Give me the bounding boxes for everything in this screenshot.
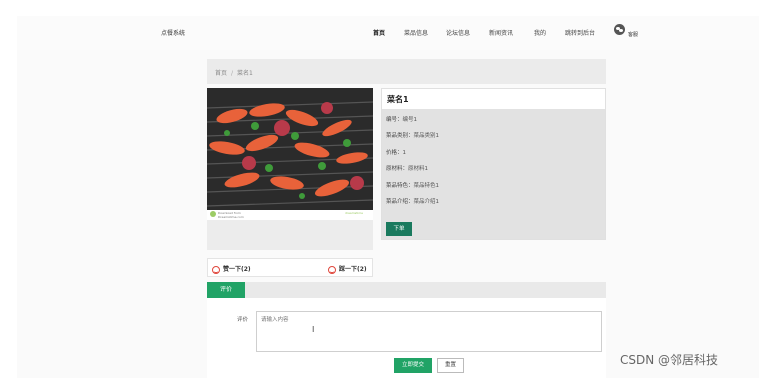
info-row-intro: 菜品介绍：菜品介绍1 bbox=[386, 197, 439, 205]
info-key: 菜品类别： bbox=[386, 133, 414, 139]
info-value: 菜品类别1 bbox=[413, 133, 440, 139]
csdn-watermark: CSDN @邻居科技 bbox=[620, 353, 719, 367]
info-key: 菜品特色： bbox=[386, 183, 414, 189]
nav-mine[interactable]: 我的 bbox=[534, 28, 546, 37]
info-key: 编号： bbox=[386, 117, 403, 123]
info-key: 菜品介绍： bbox=[386, 199, 414, 205]
dish-info-panel: 菜名1 编号：编号1 菜品类别：菜品类别1 价格：1 原材料：原材料1 菜品特色… bbox=[381, 88, 606, 240]
info-row-feature: 菜品特色：菜品特色1 bbox=[386, 181, 439, 189]
breadcrumb-current: 菜名1 bbox=[237, 70, 253, 77]
info-row-price: 价格：1 bbox=[386, 148, 406, 156]
nav-news[interactable]: 新闻资讯 bbox=[489, 28, 513, 37]
comment-input[interactable] bbox=[256, 311, 602, 352]
image-watermark-strip: Download from Dreamstime.com dreamstime bbox=[207, 210, 373, 220]
dreamstime-logo-icon bbox=[210, 211, 216, 217]
info-value: 1 bbox=[402, 150, 407, 156]
text-cursor-icon: I bbox=[312, 325, 315, 334]
nav-home[interactable]: 首页 bbox=[373, 28, 385, 37]
info-key: 价格： bbox=[386, 150, 403, 156]
thumbs-down-label: 踩一下(2) bbox=[339, 266, 367, 273]
info-key: 原材料： bbox=[386, 166, 409, 172]
thumbs-up-button[interactable]: 赞一下(2) bbox=[212, 264, 251, 274]
customer-service-icon[interactable] bbox=[614, 24, 625, 35]
comment-tab-bar: 评价 bbox=[207, 282, 606, 298]
comment-field-label: 评价 bbox=[237, 317, 249, 323]
info-value: 原材料1 bbox=[408, 166, 429, 172]
info-value: 菜品介绍1 bbox=[413, 199, 440, 205]
nav-dishes[interactable]: 菜品信息 bbox=[404, 28, 428, 37]
reset-button[interactable]: 重置 bbox=[437, 358, 464, 373]
breadcrumb: 首页 / 菜名1 bbox=[207, 59, 606, 84]
info-value: 编号1 bbox=[402, 117, 418, 123]
info-row-code: 编号：编号1 bbox=[386, 115, 417, 123]
breadcrumb-home[interactable]: 首页 bbox=[215, 68, 227, 77]
breadcrumb-separator: / bbox=[231, 70, 234, 77]
customer-service-label[interactable]: 客服 bbox=[628, 31, 638, 38]
strip-text-line2: Dreamstime.com bbox=[218, 215, 244, 219]
smile-icon bbox=[328, 265, 336, 274]
thumbs-up-label: 赞一下(2) bbox=[223, 266, 251, 273]
submit-button[interactable]: 立即提交 bbox=[394, 358, 432, 373]
dish-image-box: Download from Dreamstime.com dreamstime bbox=[207, 88, 373, 250]
thumbs-down-button[interactable]: 踩一下(2) bbox=[328, 264, 367, 274]
info-row-ingredients: 原材料：原材料1 bbox=[386, 164, 428, 172]
info-row-category: 菜品类别：菜品类别1 bbox=[386, 131, 439, 139]
dish-title: 菜名1 bbox=[382, 89, 605, 109]
nav-admin[interactable]: 跳转到后台 bbox=[565, 28, 595, 37]
tab-comments[interactable]: 评价 bbox=[207, 282, 245, 298]
top-header bbox=[17, 16, 759, 50]
site-logo[interactable]: 点餐系统 bbox=[161, 28, 185, 37]
dish-photo bbox=[207, 88, 373, 210]
smile-icon bbox=[212, 265, 220, 274]
strip-text-right: dreamstime bbox=[345, 211, 364, 215]
info-value: 菜品特色1 bbox=[413, 183, 440, 189]
vote-bar: 赞一下(2) 踩一下(2) bbox=[207, 258, 373, 277]
nav-forum[interactable]: 论坛信息 bbox=[446, 28, 470, 37]
order-button[interactable]: 下单 bbox=[386, 222, 412, 236]
